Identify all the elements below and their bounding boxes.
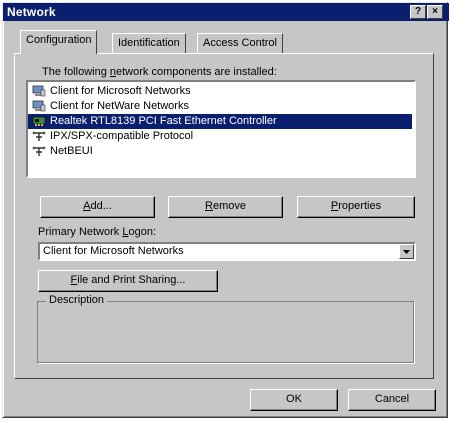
remove-button-accel: R [205,200,213,212]
components-heading-suffix: etwork components are installed: [116,66,277,78]
add-button-label: dd... [90,200,112,212]
network-adapter-icon [32,116,46,126]
primary-logon-label-prefix: Primary Network [38,226,123,238]
list-item-label: IPX/SPX-compatible Protocol [50,130,194,142]
remove-button[interactable]: Remove [168,196,283,218]
list-item-label: Client for NetWare Networks [50,100,189,112]
close-button[interactable]: × [427,5,443,19]
tab-access-control-label: Access Control [203,37,277,49]
list-item-label: NetBEUI [50,145,93,157]
tab-access-control[interactable]: Access Control [197,33,283,53]
properties-button-label: roperties [338,200,382,212]
list-item-label: Client for Microsoft Networks [50,85,191,97]
tab-identification-label: Identification [118,37,180,49]
primary-logon-label-suffix: ogon: [128,226,156,238]
remove-button-label: emove [212,200,246,212]
components-heading: The following network components are ins… [42,66,277,78]
list-item[interactable]: NetBEUI [28,144,412,159]
dropdown-arrow-button[interactable] [399,244,414,259]
add-button[interactable]: Add... [40,196,155,218]
primary-logon-label: Primary Network Logon: [38,226,156,238]
cancel-button[interactable]: Cancel [348,389,436,411]
network-components-list[interactable]: Client for Microsoft Networks Client for… [26,80,416,178]
list-item[interactable]: IPX/SPX-compatible Protocol [28,129,412,144]
list-item[interactable]: Client for NetWare Networks [28,99,412,114]
chevron-down-icon [403,250,410,254]
list-item[interactable]: Client for Microsoft Networks [28,84,412,99]
file-print-sharing-button[interactable]: File and Print Sharing... [38,270,218,292]
protocol-icon [32,131,46,141]
primary-logon-value: Client for Microsoft Networks [43,245,184,257]
list-item-label: Realtek RTL8139 PCI Fast Ethernet Contro… [50,115,277,127]
client-icon [32,100,46,112]
primary-logon-select[interactable]: Client for Microsoft Networks [38,242,416,261]
protocol-icon [32,146,46,156]
window-title: Network [7,5,56,19]
title-bar[interactable]: Network ? × [3,3,449,21]
help-button[interactable]: ? [410,5,426,19]
client-icon [32,85,46,97]
properties-button[interactable]: Properties [297,196,415,218]
description-title: Description [46,294,108,306]
ok-button[interactable]: OK [250,389,338,411]
description-groupbox [37,301,414,363]
tab-configuration-label: Configuration [26,34,92,46]
tab-identification[interactable]: Identification [112,33,186,53]
components-heading-prefix: The following [42,66,110,78]
file-print-sharing-label: ile and Print Sharing... [77,274,186,286]
tab-configuration[interactable]: Configuration [20,30,98,54]
list-item-selected[interactable]: Realtek RTL8139 PCI Fast Ethernet Contro… [28,114,412,129]
